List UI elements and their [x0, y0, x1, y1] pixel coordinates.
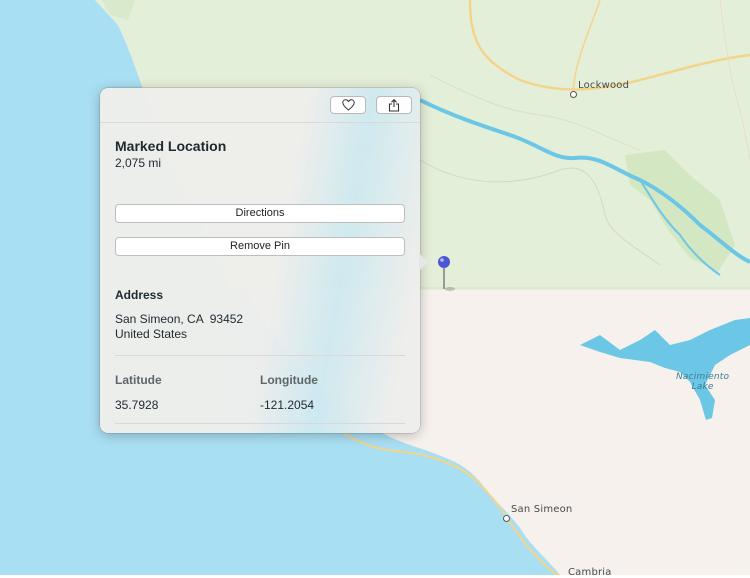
map-label-nacimiento-lake[interactable]: Nacimiento Lake: [676, 372, 729, 392]
longitude-value: -121.2054: [260, 398, 315, 412]
map-label-san-simeon[interactable]: San Simeon: [511, 504, 572, 515]
divider: [115, 355, 405, 356]
favorite-button[interactable]: [330, 96, 366, 114]
location-title: Marked Location: [115, 138, 227, 154]
popover-toolbar: [100, 88, 420, 123]
lockwood-dot: [570, 91, 577, 98]
longitude-label: Longitude: [260, 373, 318, 387]
pin-head: [438, 256, 450, 268]
address-line-2: United States: [115, 327, 188, 341]
map-label-lockwood[interactable]: Lockwood: [578, 80, 629, 91]
address-line-1: San Simeon, CA 93452: [115, 312, 244, 326]
directions-button[interactable]: Directions: [115, 204, 405, 223]
latitude-label: Latitude: [115, 373, 162, 387]
location-distance: 2,075 mi: [115, 156, 162, 170]
remove-pin-button[interactable]: Remove Pin: [115, 237, 405, 256]
divider: [115, 423, 405, 424]
latitude-value: 35.7928: [115, 398, 159, 412]
popover-arrow: [419, 253, 428, 271]
map-pin[interactable]: [437, 255, 457, 295]
map-label-cambria[interactable]: Cambria: [568, 567, 612, 578]
pin-highlight: [440, 258, 444, 262]
pin-shadow: [445, 287, 455, 291]
heart-icon: [341, 99, 355, 111]
location-popover: Marked Location 2,075 mi Directions Remo…: [100, 88, 428, 433]
share-button[interactable]: [376, 96, 412, 114]
address-heading: Address: [115, 288, 164, 302]
san-simeon-dot: [503, 515, 510, 522]
share-icon: [388, 98, 400, 112]
